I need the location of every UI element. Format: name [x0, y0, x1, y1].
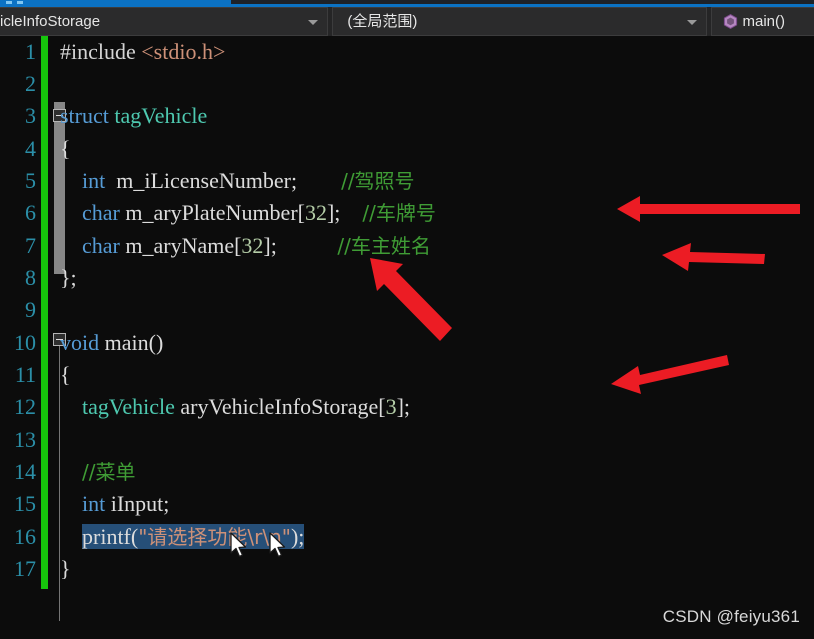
code-line-17[interactable]: } — [60, 553, 71, 585]
class-scope-dropdown-value: icleInfoStorage — [0, 13, 101, 30]
array-size-3: 3 — [385, 394, 397, 419]
member-dropdown-value: main() — [742, 13, 786, 30]
chevron-down-icon[interactable] — [308, 20, 319, 25]
chevron-down-icon[interactable] — [686, 20, 697, 25]
variable-i-input: iInput; — [105, 491, 170, 516]
line-number: 11 — [14, 362, 36, 387]
declaration-tail: ]; — [396, 394, 411, 419]
line-number: 13 — [14, 427, 36, 452]
scope-dropdown[interactable]: (全局范围) — [332, 7, 707, 36]
code-line-8[interactable]: }; — [60, 262, 77, 294]
function-main: main() — [104, 330, 164, 355]
line-number: 9 — [25, 297, 36, 322]
variable-ary-vehicle-info-storage: aryVehicleInfoStorage[ — [174, 394, 386, 419]
tab-indicator-dots — [6, 1, 32, 4]
code-line-10[interactable]: void main() — [60, 327, 163, 359]
open-brace: { — [60, 136, 71, 161]
scope-dropdown-value: (全局范围) — [347, 13, 418, 30]
comment-license-number: //驾照号 — [341, 169, 415, 193]
field-license-number: m_iLicenseNumber; — [105, 168, 298, 193]
active-document-tab[interactable] — [0, 0, 231, 7]
field-plate-number-tail: ]; — [326, 200, 341, 225]
array-size-32: 32 — [241, 233, 264, 258]
field-plate-number: m_aryPlateNumber[ — [119, 200, 305, 225]
member-dropdown[interactable]: main() — [710, 7, 814, 36]
line-number: 7 — [25, 233, 36, 258]
code-line-14[interactable]: //菜单 — [60, 456, 135, 488]
keyword-void: void — [60, 330, 105, 355]
method-icon — [722, 13, 739, 30]
comment-owner-name: //车主姓名 — [337, 234, 431, 258]
line-number: 16 — [14, 524, 36, 549]
include-header: <stdio.h> — [141, 39, 226, 64]
code-editor[interactable]: 1 2 3 4 5 6 7 8 9 10 11 12 13 14 15 16 1… — [0, 36, 814, 639]
keyword-char: char — [82, 200, 120, 225]
code-line-3[interactable]: struct tagVehicle — [60, 100, 207, 132]
line-number: 12 — [14, 394, 36, 419]
open-brace: { — [60, 362, 71, 387]
code-line-1[interactable]: #include <stdio.h> — [60, 36, 225, 68]
line-number: 6 — [25, 200, 36, 225]
code-line-7[interactable]: char m_aryName[32]; //车主姓名 — [60, 230, 431, 262]
line-number: 3 — [25, 103, 36, 128]
line-number: 2 — [25, 71, 36, 96]
field-name: m_aryName[ — [119, 233, 242, 258]
printf-tail: ); — [290, 524, 305, 549]
close-brace: } — [60, 556, 71, 581]
type-tagvehicle: tagVehicle — [82, 394, 175, 419]
navigation-bar: icleInfoStorage (全局范围) main() — [0, 7, 814, 36]
field-name-tail: ]; — [263, 233, 277, 258]
line-number: 15 — [14, 491, 36, 516]
close-brace-semicolon: }; — [60, 265, 77, 290]
comment-plate-number: //车牌号 — [362, 201, 436, 225]
unsaved-changes-bar — [41, 36, 48, 589]
line-number: 1 — [25, 39, 36, 64]
keyword-int: int — [82, 491, 106, 516]
keyword-int: int — [82, 168, 106, 193]
editor-tab-strip[interactable] — [0, 0, 814, 7]
line-number: 10 — [14, 330, 36, 355]
keyword-char: char — [82, 233, 120, 258]
code-line-6[interactable]: char m_aryPlateNumber[32]; //车牌号 — [60, 197, 436, 229]
line-number: 8 — [25, 265, 36, 290]
code-line-15[interactable]: int iInput; — [60, 488, 169, 520]
keyword-struct: struct — [60, 103, 115, 128]
code-line-11[interactable]: { — [60, 359, 71, 391]
function-printf: printf( — [82, 524, 139, 549]
type-tagvehicle: tagVehicle — [114, 103, 208, 128]
line-number: 14 — [14, 459, 36, 484]
include-directive: #include — [60, 39, 142, 64]
line-number: 4 — [25, 136, 36, 161]
class-scope-dropdown[interactable]: icleInfoStorage — [0, 7, 329, 36]
code-text-area[interactable]: #include <stdio.h> struct tagVehicle { i… — [60, 36, 814, 639]
code-line-5[interactable]: int m_iLicenseNumber; //驾照号 — [60, 165, 415, 197]
mouse-pointer-secondary — [269, 532, 286, 558]
line-number: 5 — [25, 168, 36, 193]
comment-menu: //菜单 — [82, 460, 136, 484]
code-line-12[interactable]: tagVehicle aryVehicleInfoStorage[3]; — [60, 391, 410, 423]
mouse-pointer-primary — [230, 532, 247, 558]
line-number-gutter: 1 2 3 4 5 6 7 8 9 10 11 12 13 14 15 16 1… — [0, 36, 40, 639]
line-number: 17 — [14, 556, 36, 581]
csdn-watermark: CSDN @feiyu361 — [662, 607, 800, 626]
array-size-32: 32 — [304, 200, 327, 225]
code-line-4[interactable]: { — [60, 133, 71, 165]
